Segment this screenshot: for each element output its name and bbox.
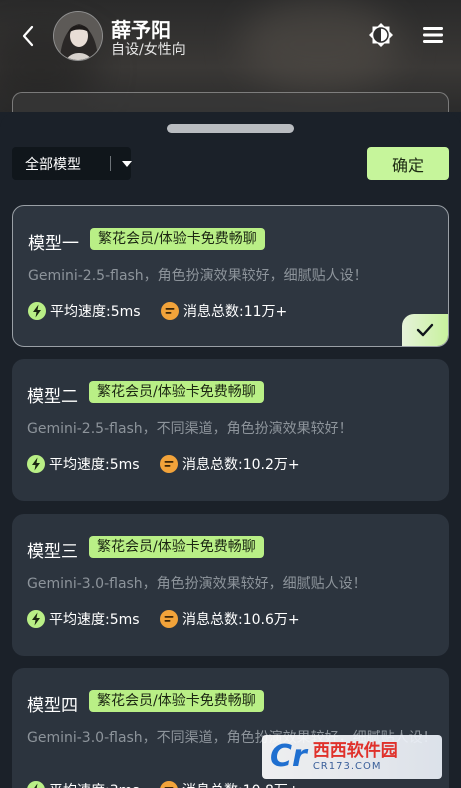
message-count-text: 消息总数:11万+: [183, 304, 288, 320]
membership-badge: 繁花会员/体验卡免费畅聊: [90, 228, 265, 250]
watermark-text-group: 西西软件园 CR173.COM: [313, 741, 398, 773]
back-button[interactable]: [14, 22, 42, 50]
menu-button[interactable]: [420, 22, 446, 48]
caret-down-icon: [122, 161, 132, 167]
checkmark-icon: [416, 323, 434, 337]
membership-badge: 繁花会员/体验卡免费畅聊: [89, 536, 264, 558]
dropdown-divider: [110, 156, 111, 171]
model-select-sheet: 全部模型 确定 模型一 繁花会员/体验卡免费畅聊 Gemini-2.5-flas…: [0, 112, 461, 788]
membership-badge: 繁花会员/体验卡免费畅聊: [89, 381, 264, 403]
model-card-3[interactable]: 模型三 繁花会员/体验卡免费畅聊 Gemini-3.0-flash，角色扮演效果…: [12, 514, 449, 656]
message-bubble-icon: [160, 781, 178, 788]
chat-header: 薛予阳 自设/女性向: [0, 0, 461, 112]
speed-text: 平均速度:3ms: [49, 780, 140, 788]
app-root: 薛予阳 自设/女性向 全部模型 确定 模型一 繁花会员/体验卡免费畅聊 Gemi…: [0, 0, 461, 788]
model-title: 模型一: [28, 234, 79, 254]
speed-text: 平均速度:5ms: [50, 304, 141, 320]
model-title: 模型三: [27, 542, 78, 562]
speed-stat: 平均速度:3ms: [27, 780, 140, 788]
character-avatar[interactable]: [53, 11, 103, 61]
selected-indicator: [402, 314, 448, 346]
message-count-stat: 消息总数:10.8万+: [160, 780, 300, 788]
membership-badge: 繁花会员/体验卡免费畅聊: [89, 690, 264, 712]
filter-selected-label: 全部模型: [25, 156, 81, 173]
message-count-text: 消息总数:10.8万+: [182, 780, 300, 788]
model-card-1[interactable]: 模型一 繁花会员/体验卡免费畅聊 Gemini-2.5-flash，角色扮演效果…: [12, 205, 449, 347]
message-count-stat: 消息总数:10.2万+: [160, 454, 300, 474]
model-card-2[interactable]: 模型二 繁花会员/体验卡免费畅聊 Gemini-2.5-flash，不同渠道，角…: [12, 359, 449, 501]
model-description: Gemini-3.0-flash，角色扮演效果较好，细腻贴人设！: [27, 576, 367, 592]
confirm-button[interactable]: 确定: [367, 147, 449, 180]
site-watermark: Cr 西西软件园 CR173.COM: [262, 735, 442, 779]
avatar-image: [54, 12, 102, 60]
speed-stat: 平均速度:5ms: [27, 454, 140, 474]
speed-stat: 平均速度:5ms: [27, 609, 140, 629]
lightning-icon: [27, 610, 45, 628]
theme-toggle-button[interactable]: [366, 20, 396, 50]
model-description: Gemini-2.5-flash，不同渠道，角色扮演效果较好！: [27, 421, 353, 437]
lightning-icon: [27, 781, 45, 788]
speed-stat: 平均速度:5ms: [28, 301, 141, 321]
model-title: 模型二: [27, 387, 78, 407]
character-subtitle: 自设/女性向: [111, 42, 186, 58]
lightning-icon: [28, 302, 46, 320]
model-filter-dropdown[interactable]: 全部模型: [12, 147, 132, 180]
speed-text: 平均速度:5ms: [49, 612, 140, 628]
model-description: Gemini-2.5-flash，角色扮演效果较好，细腻贴人设！: [28, 268, 368, 284]
sheet-drag-handle[interactable]: [167, 124, 294, 133]
watermark-logo: Cr: [270, 739, 307, 774]
message-bubble-icon: [160, 610, 178, 628]
watermark-brand: 西西软件园: [312, 741, 398, 761]
watermark-url: CR173.COM: [312, 761, 382, 772]
message-count-text: 消息总数:10.2万+: [182, 457, 300, 473]
message-count-stat: 消息总数:11万+: [161, 301, 287, 321]
theme-toggle-icon: [369, 23, 393, 47]
message-bubble-icon: [161, 302, 179, 320]
background-message-card: [12, 92, 449, 112]
model-title: 模型四: [27, 696, 78, 716]
speed-text: 平均速度:5ms: [49, 457, 140, 473]
message-count-text: 消息总数:10.6万+: [182, 612, 300, 628]
lightning-icon: [27, 455, 45, 473]
menu-icon: [423, 27, 443, 43]
message-bubble-icon: [160, 455, 178, 473]
back-arrow-icon: [22, 25, 34, 47]
message-count-stat: 消息总数:10.6万+: [160, 609, 300, 629]
